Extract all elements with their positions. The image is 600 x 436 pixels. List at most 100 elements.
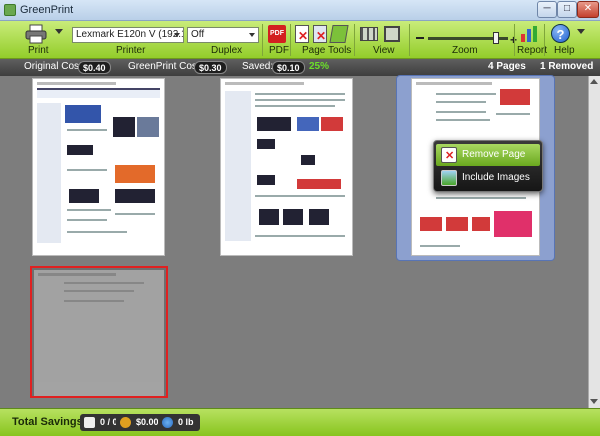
- report-label: Report: [517, 45, 548, 56]
- saved-value: $0.10: [272, 61, 305, 74]
- total-savings-label: Total Savings:: [12, 416, 87, 428]
- print-label: Print: [28, 45, 49, 56]
- include-images-icon: [441, 170, 457, 186]
- page-text-line: [255, 195, 345, 197]
- page-header-line: [37, 82, 116, 85]
- greenprint-app-icon: [4, 4, 16, 16]
- remove-page-tool-icon: ✕: [295, 25, 309, 43]
- chevron-down-icon: [174, 33, 180, 37]
- page-thumbnail-2[interactable]: [220, 78, 353, 256]
- page-text-line: [64, 282, 144, 284]
- weight-saved-text: 0 lb: [178, 417, 194, 427]
- pdf-icon: PDF: [268, 25, 286, 43]
- bar-chart-icon: [521, 26, 537, 42]
- page-sidebar-block: [37, 103, 61, 243]
- zoom-slider-thumb[interactable]: [493, 32, 499, 44]
- zoom-out-icon[interactable]: [416, 37, 424, 39]
- page-thumbnail-1[interactable]: [32, 78, 165, 256]
- toolbar-divider: [262, 24, 263, 56]
- remove-page-menu-item[interactable]: ✕ Remove Page: [436, 144, 540, 166]
- page-context-menu: ✕ Remove Page Include Images: [433, 140, 543, 192]
- page-image-block: [65, 105, 101, 123]
- page-text-line: [255, 99, 345, 101]
- pdf-label: PDF: [269, 45, 289, 56]
- page-header-line: [38, 273, 116, 276]
- scroll-down-arrow-icon[interactable]: [590, 399, 598, 404]
- page-image-block: [257, 175, 275, 185]
- printer-select[interactable]: Lexmark E120n V (192.168.1.: [72, 27, 184, 43]
- duplex-select-value: Off: [191, 29, 205, 40]
- remove-page-label: Remove Page: [462, 149, 526, 160]
- page-image-block: [494, 211, 532, 237]
- page-tools-button[interactable]: ✕ ✕ Page Tools: [292, 21, 352, 58]
- page-text-line: [255, 93, 345, 95]
- page-text-line: [436, 119, 490, 121]
- printer-label: Printer: [116, 45, 146, 56]
- money-saved-text: $0.00: [136, 417, 159, 427]
- page-image-block: [446, 217, 468, 231]
- pages-count: 4 Pages: [488, 61, 526, 72]
- toolbar-divider: [290, 24, 291, 56]
- page-image-block: [257, 139, 275, 149]
- page-image-block: [309, 209, 329, 225]
- page-header-line: [416, 82, 493, 85]
- help-button[interactable]: ? Help: [548, 21, 578, 58]
- page-header-line: [225, 82, 304, 85]
- minimize-button[interactable]: ─: [537, 1, 557, 18]
- page-text-line: [255, 235, 345, 237]
- pdf-button[interactable]: PDF PDF: [266, 21, 289, 58]
- maximize-button[interactable]: □: [557, 1, 577, 18]
- page-tools-label: Page Tools: [302, 45, 352, 56]
- grid-view-icon: [360, 27, 378, 41]
- page-image-block: [500, 89, 530, 105]
- report-button[interactable]: Report: [516, 21, 547, 58]
- print-options-arrow-icon[interactable]: [55, 29, 63, 34]
- total-savings-bar: Total Savings: 0 / 0 $0.00 0 lb: [0, 408, 600, 436]
- page-text-line: [67, 169, 107, 171]
- saved-label: Saved:: [242, 61, 274, 72]
- page-text-line: [436, 93, 496, 95]
- page-text-line: [115, 213, 155, 215]
- cost-status-bar: Original Cost: $0.40 GreenPrint Cost: $0…: [0, 59, 600, 76]
- window-title: GreenPrint: [20, 4, 74, 16]
- toolbar: Print Lexmark E120n V (192.168.1. Printe…: [0, 21, 600, 59]
- page-image-block: [283, 209, 303, 225]
- view-label: View: [373, 45, 395, 56]
- page-text-line: [255, 105, 335, 107]
- title-bar: GreenPrint ─ □ ✕: [0, 0, 600, 21]
- page-image-block: [115, 189, 155, 203]
- removed-count: 1 Removed: [540, 61, 594, 72]
- money-icon: [120, 417, 131, 428]
- scroll-up-arrow-icon[interactable]: [590, 79, 598, 84]
- greenprint-cost-label: GreenPrint Cost:: [128, 61, 203, 72]
- page-image-block: [301, 155, 315, 165]
- page-image-block: [420, 217, 442, 231]
- toolbar-divider: [354, 24, 355, 56]
- printer-icon: [25, 24, 47, 44]
- page-image-block: [115, 165, 155, 183]
- page-banner: [37, 88, 160, 98]
- page-text-line: [436, 197, 526, 199]
- help-options-arrow-icon[interactable]: [577, 29, 585, 34]
- page-text-line: [67, 129, 107, 131]
- duplex-select[interactable]: Off: [187, 27, 259, 43]
- include-images-menu-item[interactable]: Include Images: [436, 167, 540, 189]
- page-text-line: [67, 219, 107, 221]
- page-image-block: [297, 179, 341, 189]
- original-cost-value: $0.40: [78, 61, 111, 74]
- globe-icon: [162, 417, 173, 428]
- page-sidebar-block: [225, 91, 251, 241]
- help-icon: ?: [551, 24, 570, 43]
- vertical-scrollbar[interactable]: [588, 76, 600, 408]
- page-text-line: [420, 245, 460, 247]
- printer-select-value: Lexmark E120n V (192.168.1.: [76, 29, 183, 40]
- page-text-line: [64, 290, 134, 292]
- saved-percent: 25%: [309, 61, 330, 72]
- toolbar-divider: [514, 24, 515, 56]
- page-thumbnail-4-removed[interactable]: [34, 270, 164, 396]
- view-button[interactable]: View: [357, 21, 407, 58]
- page-image-block: [69, 189, 99, 203]
- close-button[interactable]: ✕: [577, 1, 599, 18]
- remove-page-icon: ✕: [441, 147, 457, 163]
- print-button[interactable]: Print: [20, 21, 52, 58]
